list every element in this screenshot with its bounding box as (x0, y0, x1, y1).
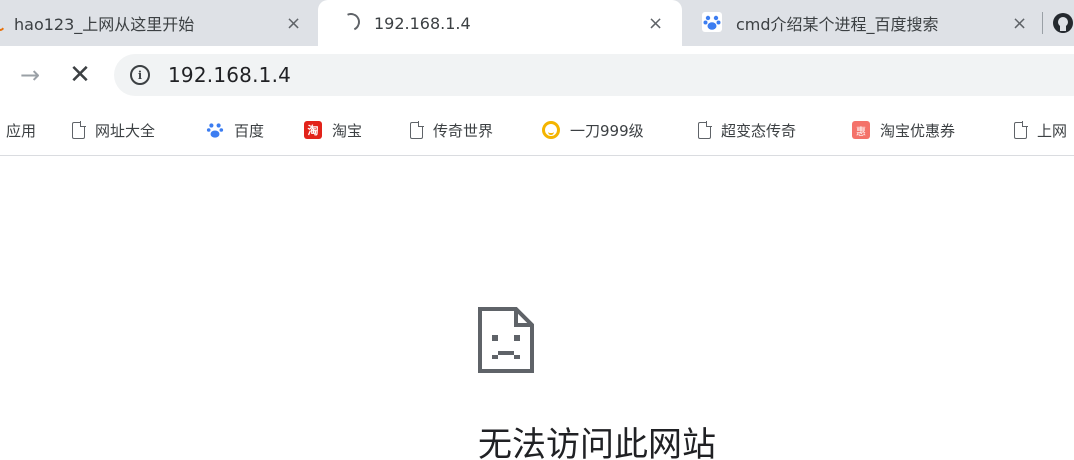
hao123-favicon-icon (0, 15, 6, 31)
page-icon (72, 120, 86, 139)
bookmark-surf[interactable]: 上网 (1012, 104, 1067, 156)
error-title: 无法访问此网站 (478, 425, 716, 460)
bookmark-label: 淘宝 (332, 121, 363, 140)
bookmark-game[interactable]: 一刀999级 (542, 104, 644, 156)
tab-active[interactable]: 192.168.1.4 × (318, 0, 682, 46)
sad-page-icon (478, 307, 534, 373)
tab-hao123[interactable]: hao123_上网从这里开始 × (0, 0, 318, 46)
tab-title: cmd介绍某个进程_百度搜索 (736, 15, 939, 34)
bookmark-baidu[interactable]: 百度 (206, 104, 264, 156)
tab-separator (1042, 12, 1043, 34)
bookmark-label: 网址大全 (95, 121, 156, 140)
bookmark-label: 一刀999级 (570, 121, 644, 140)
url-text[interactable]: 192.168.1.4 (168, 63, 291, 87)
game-icon (542, 121, 560, 139)
close-icon[interactable]: × (1012, 13, 1027, 34)
tab-baidu-search[interactable]: cmd介绍某个进程_百度搜索 × (682, 0, 1042, 46)
tab-title: 192.168.1.4 (374, 13, 471, 33)
tab-title: hao123_上网从这里开始 (14, 15, 195, 34)
coupon-icon: 惠 (852, 121, 870, 139)
page-icon (410, 120, 424, 139)
baidu-paw-icon (206, 123, 224, 138)
error-page: 无法访问此网站 (0, 157, 1074, 460)
info-icon[interactable]: i (130, 65, 150, 85)
bookmark-label: 淘宝优惠券 (880, 121, 956, 140)
bookmark-legend-world[interactable]: 传奇世界 (408, 104, 493, 156)
bookmark-label: 百度 (234, 121, 265, 140)
close-icon[interactable]: × (648, 13, 663, 34)
bookmark-label: 超变态传奇 (721, 121, 797, 140)
toolbar: → ✕ i 192.168.1.4 (0, 46, 1074, 104)
address-bar[interactable]: i 192.168.1.4 (114, 54, 1074, 96)
bookmark-apps[interactable]: 应用 (6, 104, 36, 156)
baidu-paw-icon (702, 12, 722, 32)
page-icon (1014, 120, 1028, 139)
forward-button[interactable]: → (12, 46, 48, 104)
close-icon[interactable]: × (286, 13, 301, 34)
github-favicon-icon[interactable] (1052, 12, 1074, 34)
bookmark-label: 传奇世界 (433, 121, 494, 140)
bookmark-label: 上网 (1037, 121, 1068, 140)
loading-spinner-icon (339, 10, 363, 34)
stop-loading-button[interactable]: ✕ (60, 46, 100, 104)
bookmarks-bar: 应用 网址大全 百度 淘 淘宝 传奇世界 一刀999级 超变态传奇 惠 淘宝优惠… (0, 104, 1074, 156)
bookmark-url-directory[interactable]: 网址大全 (70, 104, 155, 156)
page-icon (698, 120, 712, 139)
bookmark-taobao[interactable]: 淘 淘宝 (304, 104, 362, 156)
bookmark-taobao-coupon[interactable]: 惠 淘宝优惠券 (852, 104, 955, 156)
bookmark-super-legend[interactable]: 超变态传奇 (696, 104, 796, 156)
taobao-icon: 淘 (304, 121, 322, 139)
bookmark-label: 应用 (6, 121, 37, 140)
tab-strip: hao123_上网从这里开始 × 192.168.1.4 × cmd介绍某个进程… (0, 0, 1074, 46)
